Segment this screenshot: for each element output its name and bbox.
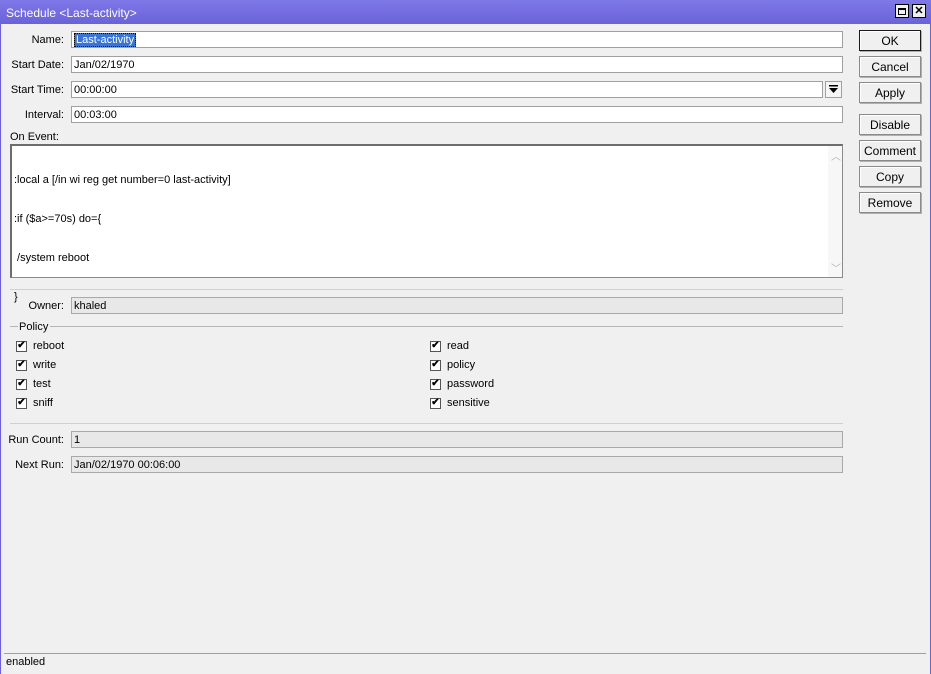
start-date-label: Start Date: — [11, 59, 64, 71]
policy-reboot-checkbox[interactable]: ✔ reboot — [16, 340, 64, 352]
owner-field: khaled — [71, 297, 843, 314]
name-value: Last-activity — [74, 33, 137, 47]
policy-sniff-checkbox[interactable]: ✔ sniff — [16, 397, 53, 409]
checkbox-check-icon: ✔ — [16, 340, 27, 352]
code-line: :local a [/in wi reg get number=0 last-a… — [14, 174, 231, 186]
code-line: /system reboot — [14, 252, 90, 264]
checkbox-check-icon: ✔ — [430, 359, 441, 371]
start-time-field[interactable]: 00:00:00 — [71, 81, 823, 98]
scroll-down-icon[interactable]: ﹀ — [831, 260, 841, 275]
policy-group-line-left — [10, 326, 18, 327]
apply-button[interactable]: Apply — [859, 82, 921, 103]
checkbox-check-icon: ✔ — [16, 397, 27, 409]
divider — [10, 423, 843, 424]
policy-label: password — [447, 378, 495, 390]
on-event-scrollbar[interactable]: ︿ ﹀ — [828, 146, 842, 277]
start-time-dropdown-button[interactable] — [825, 81, 842, 98]
name-label: Name: — [31, 34, 64, 46]
owner-label: Owner: — [28, 300, 64, 312]
policy-label: test — [33, 378, 51, 390]
policy-read-checkbox[interactable]: ✔ read — [430, 340, 469, 352]
next-run-field: Jan/02/1970 00:06:00 — [71, 456, 843, 473]
run-count-field: 1 — [71, 431, 843, 448]
maximize-icon[interactable] — [895, 4, 909, 18]
on-event-label: On Event: — [10, 131, 59, 143]
policy-test-checkbox[interactable]: ✔ test — [16, 378, 51, 390]
divider — [10, 289, 843, 290]
start-time-label: Start Time: — [10, 84, 64, 96]
status-bar: enabled — [4, 653, 926, 670]
ok-button[interactable]: OK — [859, 30, 921, 51]
cancel-button[interactable]: Cancel — [859, 56, 921, 77]
checkbox-check-icon: ✔ — [16, 378, 27, 390]
checkbox-check-icon: ✔ — [430, 397, 441, 409]
remove-button[interactable]: Remove — [859, 192, 921, 213]
window-titlebar[interactable]: Schedule <Last-activity> ✕ — [0, 0, 931, 24]
interval-label: Interval: — [24, 109, 64, 121]
checkbox-check-icon: ✔ — [430, 340, 441, 352]
policy-policy-checkbox[interactable]: ✔ policy — [430, 359, 475, 371]
copy-button[interactable]: Copy — [859, 166, 921, 187]
comment-button[interactable]: Comment — [859, 140, 921, 161]
policy-label: read — [447, 340, 470, 352]
disable-button[interactable]: Disable — [859, 114, 921, 135]
policy-label: sensitive — [447, 397, 490, 409]
policy-label: policy — [447, 359, 476, 371]
checkbox-check-icon: ✔ — [16, 359, 27, 371]
name-field[interactable]: Last-activity — [71, 31, 843, 48]
checkbox-check-icon: ✔ — [430, 378, 441, 390]
policy-sensitive-checkbox[interactable]: ✔ sensitive — [430, 397, 490, 409]
policy-group-title: Policy — [19, 321, 49, 333]
policy-label: write — [33, 359, 57, 371]
on-event-textarea[interactable]: :local a [/in wi reg get number=0 last-a… — [10, 144, 843, 303]
policy-group-line — [50, 326, 843, 327]
interval-field[interactable]: 00:03:00 — [71, 106, 843, 123]
close-icon[interactable]: ✕ — [912, 4, 926, 18]
next-run-label: Next Run: — [15, 459, 64, 471]
window-frame-left — [0, 24, 1, 674]
status-text: enabled — [6, 656, 46, 668]
scroll-up-icon[interactable]: ︿ — [831, 148, 841, 163]
policy-write-checkbox[interactable]: ✔ write — [16, 359, 56, 371]
dropdown-arrow-icon — [829, 85, 838, 93]
policy-label: sniff — [33, 397, 53, 409]
start-date-field[interactable]: Jan/02/1970 — [71, 56, 843, 73]
policy-label: reboot — [33, 340, 65, 352]
run-count-label: Run Count: — [8, 434, 64, 446]
code-line: :if ($a>=70s) do={ — [14, 213, 102, 225]
policy-password-checkbox[interactable]: ✔ password — [430, 378, 494, 390]
window-title: Schedule <Last-activity> — [6, 6, 137, 20]
